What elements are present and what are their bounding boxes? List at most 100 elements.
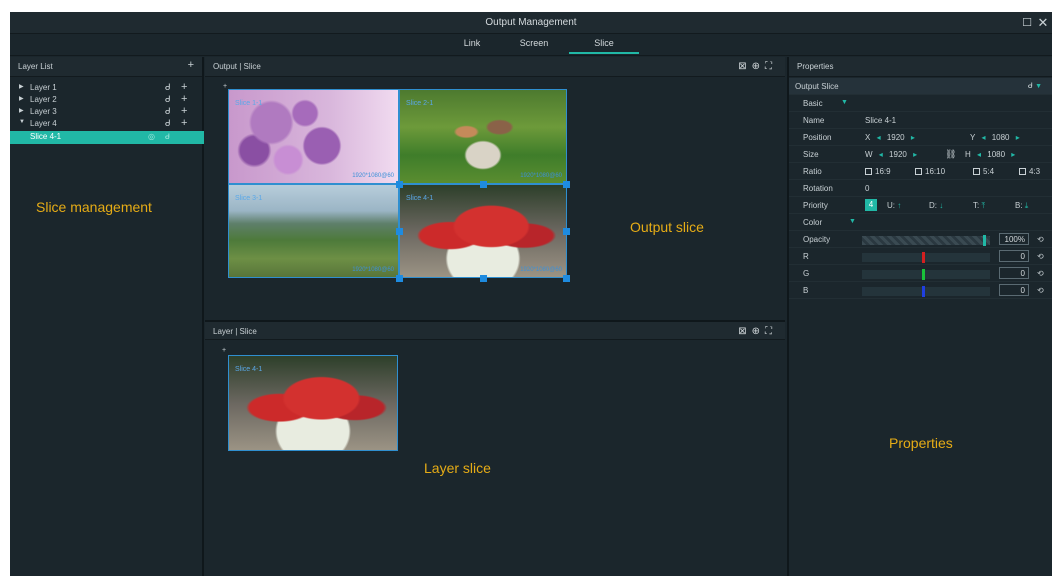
layer-item[interactable]: ▶ Layer 3 ᑯ + — [10, 105, 204, 118]
move-bottom-button[interactable]: B: ⤓ — [1015, 201, 1028, 211]
annotation-slice-management: Slice management — [36, 199, 152, 215]
decrement-w-icon[interactable]: ◂ — [879, 150, 883, 159]
priority-value[interactable]: 4 — [865, 199, 877, 211]
b-row: B 0 ⟲ — [789, 282, 1052, 299]
link-aspect-icon[interactable]: ⛓ — [945, 149, 956, 160]
center-target-icon[interactable]: ⊕ — [752, 61, 765, 72]
reset-icon[interactable]: ⟲ — [1037, 235, 1044, 244]
name-field[interactable]: Slice 4-1 — [865, 116, 896, 125]
decrement-x-icon[interactable]: ◂ — [877, 133, 881, 142]
center-target-icon[interactable]: ⊕ — [752, 326, 765, 337]
ratio-option[interactable]: 16:10 — [915, 167, 945, 176]
increment-w-icon[interactable]: ▸ — [913, 150, 917, 159]
close-icon[interactable]: ✕ — [1036, 16, 1050, 30]
increment-x-icon[interactable]: ▸ — [911, 133, 915, 142]
priority-row: Priority 4 U: ↑ D: ↓ T: ⤒ B: ⤓ — [789, 197, 1052, 214]
move-down-button[interactable]: D: ↓ — [929, 201, 943, 210]
decrement-y-icon[interactable]: ◂ — [981, 133, 985, 142]
slider-handle[interactable] — [922, 252, 925, 263]
fit-screen-icon[interactable]: ⊠ — [738, 61, 751, 72]
layer-slice-preview[interactable]: Slice 4-1 — [228, 355, 398, 451]
resize-handle[interactable] — [563, 181, 570, 188]
w-field[interactable]: 1920 — [889, 150, 907, 159]
layer-item[interactable]: ▶ Layer 1 ᑯ + — [10, 81, 204, 94]
increment-h-icon[interactable]: ▸ — [1011, 150, 1015, 159]
chevron-down-icon[interactable]: ▼ — [849, 218, 856, 225]
output-slice-3[interactable]: Slice 3-1 1920*1080@60 — [228, 184, 399, 278]
layer-item[interactable]: ▶ Layer 2 ᑯ + — [10, 93, 204, 106]
resize-handle[interactable] — [396, 228, 403, 235]
reset-icon[interactable]: ⟲ — [1037, 269, 1044, 278]
resize-handle[interactable] — [563, 275, 570, 282]
layer-settings-icon[interactable]: ᑯ — [165, 94, 171, 105]
layer-item[interactable]: ▼ Layer 4 ᑯ + — [10, 117, 204, 130]
add-slice-icon[interactable]: + — [181, 81, 187, 93]
resize-handle[interactable] — [396, 181, 403, 188]
basic-group[interactable]: Basic ▼ — [789, 95, 1052, 112]
properties-title: Properties — [797, 62, 834, 71]
g-slider[interactable] — [862, 269, 990, 280]
layer-canvas[interactable]: + Slice 4-1 Layer slice — [205, 341, 785, 576]
layer-settings-icon[interactable]: ᑯ — [165, 106, 171, 117]
slider-handle[interactable] — [922, 269, 925, 280]
tab-link[interactable]: Link — [437, 38, 507, 54]
y-field[interactable]: 1080 — [992, 133, 1010, 142]
b-field[interactable]: 0 — [999, 284, 1029, 296]
add-slice-icon[interactable]: + — [181, 117, 187, 129]
resize-handle[interactable] — [480, 275, 487, 282]
expand-arrow-icon[interactable]: ▶ — [19, 107, 24, 114]
visibility-eye-icon[interactable]: ◎ — [148, 132, 155, 141]
output-slice-1[interactable]: Slice 1-1 1920*1080@60 — [228, 89, 399, 184]
reset-icon[interactable]: ⟲ — [1037, 286, 1044, 295]
slider-handle[interactable] — [922, 286, 925, 297]
slider-handle[interactable] — [983, 235, 986, 246]
ratio-option[interactable]: 4:3 — [1019, 167, 1040, 176]
r-field[interactable]: 0 — [999, 250, 1029, 262]
decrement-h-icon[interactable]: ◂ — [977, 150, 981, 159]
layer-settings-icon[interactable]: ᑯ — [165, 82, 171, 93]
resize-handle[interactable] — [396, 275, 403, 282]
add-slice-icon[interactable]: + — [181, 105, 187, 117]
x-field[interactable]: 1920 — [887, 133, 905, 142]
resize-handle[interactable] — [563, 228, 570, 235]
fit-screen-icon[interactable]: ⊠ — [738, 326, 751, 337]
move-up-button[interactable]: U: ↑ — [887, 201, 901, 210]
fullscreen-icon[interactable]: ⛶ — [765, 326, 777, 337]
increment-y-icon[interactable]: ▸ — [1016, 133, 1020, 142]
tab-slice[interactable]: Slice — [569, 38, 639, 54]
opacity-label: Opacity — [803, 235, 831, 244]
collapse-arrow-icon[interactable]: ▼ — [19, 119, 25, 125]
h-field[interactable]: 1080 — [987, 150, 1005, 159]
rotation-field[interactable]: 0 — [865, 184, 869, 193]
output-canvas[interactable]: + Slice 1-1 1920*1080@60 Slice 2-1 1920*… — [205, 77, 785, 320]
section-settings-icon[interactable]: ᑯ ▼ — [1028, 81, 1042, 90]
output-slice-4[interactable]: Slice 4-1 1920*1080@60 — [399, 184, 567, 278]
maximize-icon[interactable]: ☐ — [1020, 16, 1034, 30]
add-layer-button[interactable]: + — [188, 59, 194, 71]
opacity-field[interactable]: 100% — [999, 233, 1029, 245]
fullscreen-icon[interactable]: ⛶ — [765, 61, 777, 72]
output-slice-section[interactable]: Output Slice ᑯ ▼ — [789, 78, 1052, 95]
resize-handle[interactable] — [480, 181, 487, 188]
slice-resolution: 1920*1080@60 — [352, 173, 394, 179]
layer-settings-icon[interactable]: ᑯ — [165, 118, 171, 129]
output-management-window: Output Management ☐ ✕ Link Screen Slice … — [10, 12, 1052, 576]
color-group[interactable]: Color ▼ — [789, 214, 1052, 231]
reset-icon[interactable]: ⟲ — [1037, 252, 1044, 261]
y-label: Y — [970, 133, 976, 142]
opacity-slider[interactable] — [862, 235, 990, 246]
b-slider[interactable] — [862, 286, 990, 297]
chevron-down-icon[interactable]: ▼ — [841, 99, 848, 106]
tab-screen[interactable]: Screen — [499, 38, 569, 54]
ratio-option[interactable]: 16:9 — [865, 167, 891, 176]
r-slider[interactable] — [862, 252, 990, 263]
move-top-button[interactable]: T: ⤒ — [973, 201, 985, 211]
add-slice-icon[interactable]: + — [181, 93, 187, 105]
slice-settings-icon[interactable]: ᑯ — [165, 132, 170, 141]
slice-item-selected[interactable]: Slice 4-1 ◎ ᑯ — [10, 131, 204, 144]
output-slice-2[interactable]: Slice 2-1 1920*1080@60 — [399, 89, 567, 184]
g-field[interactable]: 0 — [999, 267, 1029, 279]
expand-arrow-icon[interactable]: ▶ — [19, 83, 24, 90]
ratio-option[interactable]: 5:4 — [973, 167, 994, 176]
expand-arrow-icon[interactable]: ▶ — [19, 95, 24, 102]
